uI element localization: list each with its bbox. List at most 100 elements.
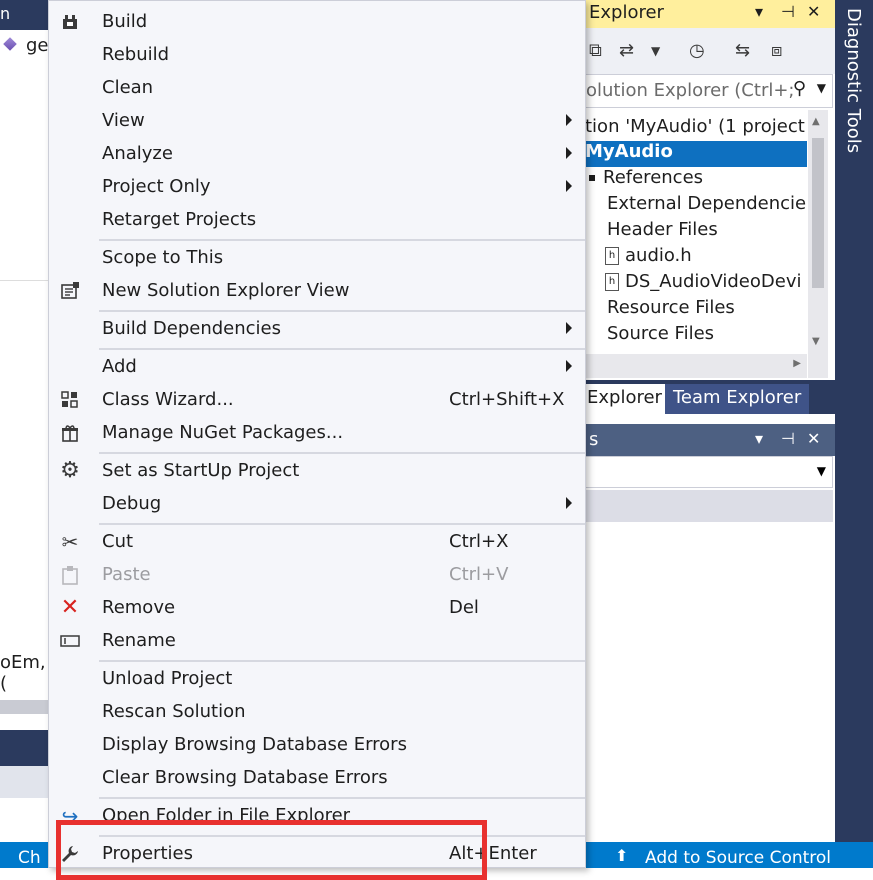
pin-icon[interactable]: ⊣ xyxy=(781,2,795,21)
properties-title-bar: s ▾ ⊣ ✕ xyxy=(585,424,835,456)
pin-icon[interactable]: ⊣ xyxy=(781,429,795,448)
tree-vertical-scrollbar[interactable]: ▲ ▼ xyxy=(808,110,828,354)
dropdown-icon[interactable]: ▾ xyxy=(755,2,763,21)
menu-item-rescan-solution[interactable]: Rescan Solution xyxy=(49,695,585,728)
scroll-corner xyxy=(808,354,828,378)
menu-item-manage-nuget[interactable]: Manage NuGet Packages... xyxy=(49,416,585,449)
menu-item-build[interactable]: Build xyxy=(49,5,585,38)
submenu-arrow-icon xyxy=(566,147,572,159)
menu-item-rebuild[interactable]: Rebuild xyxy=(49,38,585,71)
menu-item-class-wizard[interactable]: Class Wizard... Ctrl+Shift+X xyxy=(49,383,585,416)
build-icon xyxy=(59,11,81,33)
menu-item-rename[interactable]: Rename xyxy=(49,624,585,657)
header-file-icon: h xyxy=(605,247,619,265)
menu-item-scope-to-this[interactable]: Scope to This xyxy=(49,241,585,274)
menu-item-clean[interactable]: Clean xyxy=(49,71,585,104)
source-control-button[interactable]: Add to Source Control xyxy=(645,848,831,868)
tree-item-audio-h[interactable]: h audio.h xyxy=(605,245,692,271)
properties-title: s xyxy=(589,429,599,450)
properties-grid xyxy=(585,522,833,840)
left-tab-text: n xyxy=(0,4,11,23)
properties-toolbar-row xyxy=(585,490,833,522)
status-text: Ch xyxy=(18,848,41,868)
panel-tab-strip: Explorer Team Explorer xyxy=(585,380,835,414)
status-bar-right: ⬆ Add to Source Control xyxy=(585,842,873,868)
menu-item-retarget-projects[interactable]: Retarget Projects xyxy=(49,203,585,236)
scissors-icon: ✂ xyxy=(61,530,79,554)
solution-explorer-toolbar: ⧉ ⇄ ▼ ◷ ⇆ ⧈ xyxy=(585,28,835,74)
code-fragment: oEm, ( xyxy=(0,652,46,694)
tree-item-external-deps[interactable]: External Dependencies xyxy=(585,193,807,219)
menu-item-new-se-view[interactable]: New Solution Explorer View xyxy=(49,274,585,307)
editor-tab-label: ge xyxy=(26,35,49,56)
left-tab-strip: n xyxy=(0,0,48,30)
scroll-right-icon[interactable]: ▶ xyxy=(793,358,801,369)
chevron-down-icon[interactable]: ▼ xyxy=(817,464,826,478)
tree-horizontal-scrollbar[interactable]: ▶ xyxy=(585,354,807,378)
solution-explorer-title: Explorer xyxy=(589,2,664,23)
tree-item-resource-files[interactable]: Resource Files xyxy=(585,297,735,323)
project-cube-icon xyxy=(3,37,17,51)
scroll-up-icon[interactable]: ▲ xyxy=(812,116,820,127)
tree-item-project[interactable]: MyAudio xyxy=(585,141,807,167)
rename-icon xyxy=(59,630,81,652)
submenu-arrow-icon xyxy=(566,322,572,334)
tab-team-explorer[interactable]: Team Explorer xyxy=(665,384,810,414)
remove-icon: ✕ xyxy=(60,595,80,620)
header-file-icon: h xyxy=(605,273,619,291)
tree-item-references[interactable]: References xyxy=(585,167,703,193)
tree-item-source-files[interactable]: Source Files xyxy=(585,323,714,349)
sync-icon[interactable]: ⧉ xyxy=(589,40,602,61)
search-placeholder: olution Explorer (Ctrl+; xyxy=(586,80,795,101)
submenu-arrow-icon xyxy=(566,497,572,509)
pending-changes-icon[interactable]: ◷ xyxy=(689,40,705,61)
editor-scrollbar[interactable] xyxy=(0,700,48,714)
editor-tab[interactable]: ge xyxy=(0,32,49,60)
menu-item-clear-db-errors[interactable]: Clear Browsing Database Errors xyxy=(49,761,585,794)
tree-item-header-files[interactable]: Header Files xyxy=(585,219,718,245)
menu-item-paste[interactable]: Paste Ctrl+V xyxy=(49,558,585,591)
nuget-icon xyxy=(59,422,81,444)
menu-item-view[interactable]: View xyxy=(49,104,585,137)
menu-item-set-startup[interactable]: ⚙ Set as StartUp Project xyxy=(49,454,585,487)
menu-item-build-dependencies[interactable]: Build Dependencies xyxy=(49,312,585,345)
status-bar-left: Ch xyxy=(0,842,48,868)
menu-item-unload-project[interactable]: Unload Project xyxy=(49,662,585,695)
menu-item-add[interactable]: Add xyxy=(49,350,585,383)
tab-solution-explorer[interactable]: Explorer xyxy=(585,384,670,414)
switch-views-icon[interactable]: ⇄ xyxy=(619,40,634,61)
side-tool-strip: Diagnostic Tools xyxy=(835,0,873,842)
collapse-all-icon[interactable]: ⧈ xyxy=(771,40,782,61)
scroll-thumb[interactable] xyxy=(812,138,824,288)
class-wizard-icon xyxy=(59,389,81,411)
menu-item-analyze[interactable]: Analyze xyxy=(49,137,585,170)
shortcut-label: Ctrl+X xyxy=(449,531,509,552)
menu-item-cut[interactable]: ✂ Cut Ctrl+X xyxy=(49,525,585,558)
tree-item-solution[interactable]: tion 'MyAudio' (1 project xyxy=(585,116,805,142)
refresh-icon[interactable]: ⇆ xyxy=(735,40,750,61)
annotation-highlight-box xyxy=(56,820,487,880)
solution-explorer-search[interactable]: olution Explorer (Ctrl+; ⚲ ▼ xyxy=(585,74,833,108)
menu-item-remove[interactable]: ✕ Remove Del xyxy=(49,591,585,624)
context-menu: Build Rebuild Clean View Analyze Project… xyxy=(48,0,586,868)
dropdown-icon[interactable]: ▾ xyxy=(755,429,763,448)
paste-icon xyxy=(59,564,81,586)
search-icon[interactable]: ⚲ xyxy=(793,78,806,99)
arrow-up-icon: ⬆ xyxy=(615,846,629,865)
properties-object-selector[interactable]: ▼ xyxy=(585,456,833,488)
close-icon[interactable]: ✕ xyxy=(807,429,820,448)
chevron-down-icon[interactable]: ▼ xyxy=(817,81,826,95)
submenu-arrow-icon xyxy=(566,360,572,372)
output-panel-body xyxy=(0,766,48,798)
output-panel-header xyxy=(0,730,48,766)
submenu-arrow-icon xyxy=(566,114,572,126)
close-icon[interactable]: ✕ xyxy=(807,2,820,21)
scroll-down-icon[interactable]: ▼ xyxy=(812,336,820,347)
chevron-down-icon[interactable]: ▼ xyxy=(651,44,660,58)
menu-item-display-db-errors[interactable]: Display Browsing Database Errors xyxy=(49,728,585,761)
diagnostic-tools-tab[interactable]: Diagnostic Tools xyxy=(843,8,864,153)
submenu-arrow-icon xyxy=(566,180,572,192)
tree-item-ds-audio[interactable]: h DS_AudioVideoDevi xyxy=(605,271,801,297)
menu-item-project-only[interactable]: Project Only xyxy=(49,170,585,203)
menu-item-debug[interactable]: Debug xyxy=(49,487,585,520)
